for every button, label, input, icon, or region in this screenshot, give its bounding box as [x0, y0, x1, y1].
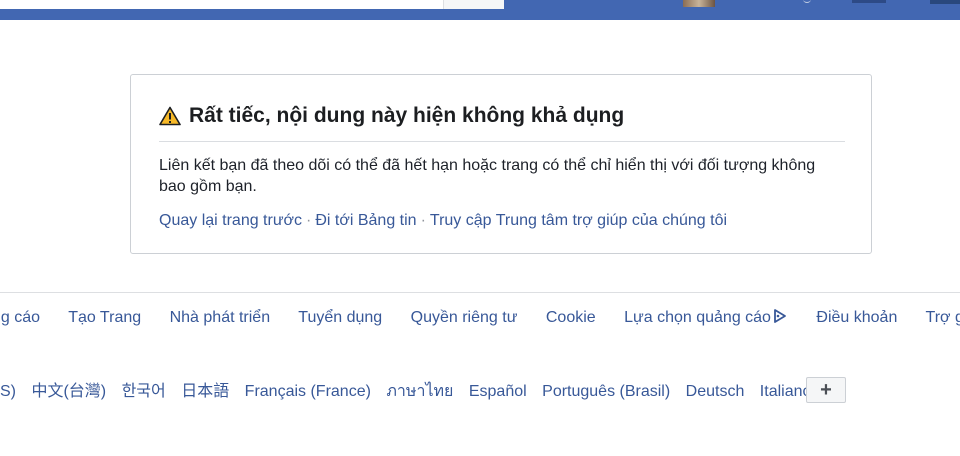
error-actions: Quay lại trang trước · Đi tới Bảng tin · Tru…	[159, 212, 845, 230]
footer-link-help[interactable]: Trợ g	[926, 309, 960, 326]
nav-menu-button[interactable]	[930, 0, 960, 4]
warning-triangle-icon	[159, 106, 181, 126]
link-separator: ·	[306, 212, 312, 229]
go-back-link[interactable]: Quay lại trang trước	[159, 212, 302, 229]
language-link-japanese[interactable]: 日本語	[181, 383, 229, 400]
language-selector-row: JS) 中文(台灣) 한국어 日本語 Français (France) ภาษ…	[0, 377, 822, 400]
top-navigation-bar: /	[0, 0, 960, 20]
language-link-chinese-taiwan[interactable]: 中文(台灣)	[31, 383, 106, 400]
language-link-spanish[interactable]: Español	[469, 383, 527, 400]
adchoices-icon	[774, 309, 786, 323]
language-link-portuguese[interactable]: Português (Brasil)	[542, 383, 670, 400]
search-input-text[interactable]: /	[6, 0, 9, 1]
link-separator: ·	[420, 212, 426, 229]
search-button[interactable]	[443, 0, 504, 9]
more-languages-button[interactable]: +	[806, 377, 846, 403]
footer-link-developers[interactable]: Nhà phát triển	[170, 309, 271, 326]
footer-divider	[0, 292, 960, 293]
nav-button[interactable]	[852, 0, 886, 3]
language-link-korean[interactable]: 한국어	[122, 383, 166, 400]
error-title: Rất tiếc, nội dung này hiện không khả dụ…	[189, 104, 625, 127]
language-link-thai[interactable]: ภาษาไทย	[386, 383, 453, 400]
footer-link-create-page[interactable]: Tạo Trang	[68, 309, 141, 326]
card-header: Rất tiếc, nội dung này hiện không khả dụ…	[159, 103, 845, 142]
news-feed-link[interactable]: Đi tới Bảng tin	[315, 212, 416, 229]
nav-icon[interactable]	[803, 0, 811, 3]
footer-link-terms[interactable]: Điều khoản	[816, 309, 897, 326]
footer-link-cookies[interactable]: Cookie	[546, 309, 596, 326]
footer-link-adchoices[interactable]: Lựa chọn quảng cáo	[624, 309, 788, 326]
error-message: Liên kết bạn đã theo dõi có thể đã hết h…	[159, 157, 816, 195]
footer-link-careers[interactable]: Tuyển dụng	[298, 309, 382, 326]
profile-avatar[interactable]	[683, 0, 715, 7]
footer-link-ads[interactable]: ng cáo	[0, 309, 40, 326]
footer-link-privacy[interactable]: Quyền riêng tư	[411, 309, 518, 326]
content-unavailable-card: Rất tiếc, nội dung này hiện không khả dụ…	[130, 74, 872, 254]
footer-links-row: ng cáo Tạo Trang Nhà phát triển Tuyển dụ…	[0, 308, 960, 330]
help-center-link[interactable]: Truy cập Trung tâm trợ giúp của chúng tô…	[430, 212, 727, 229]
language-link-english[interactable]: JS)	[0, 383, 16, 400]
adchoices-label: Lựa chọn quảng cáo	[624, 309, 771, 326]
language-link-french[interactable]: Français (France)	[245, 383, 371, 400]
language-link-german[interactable]: Deutsch	[686, 383, 745, 400]
search-box[interactable]: /	[0, 0, 504, 9]
language-link-italian[interactable]: Italiano	[760, 383, 812, 400]
